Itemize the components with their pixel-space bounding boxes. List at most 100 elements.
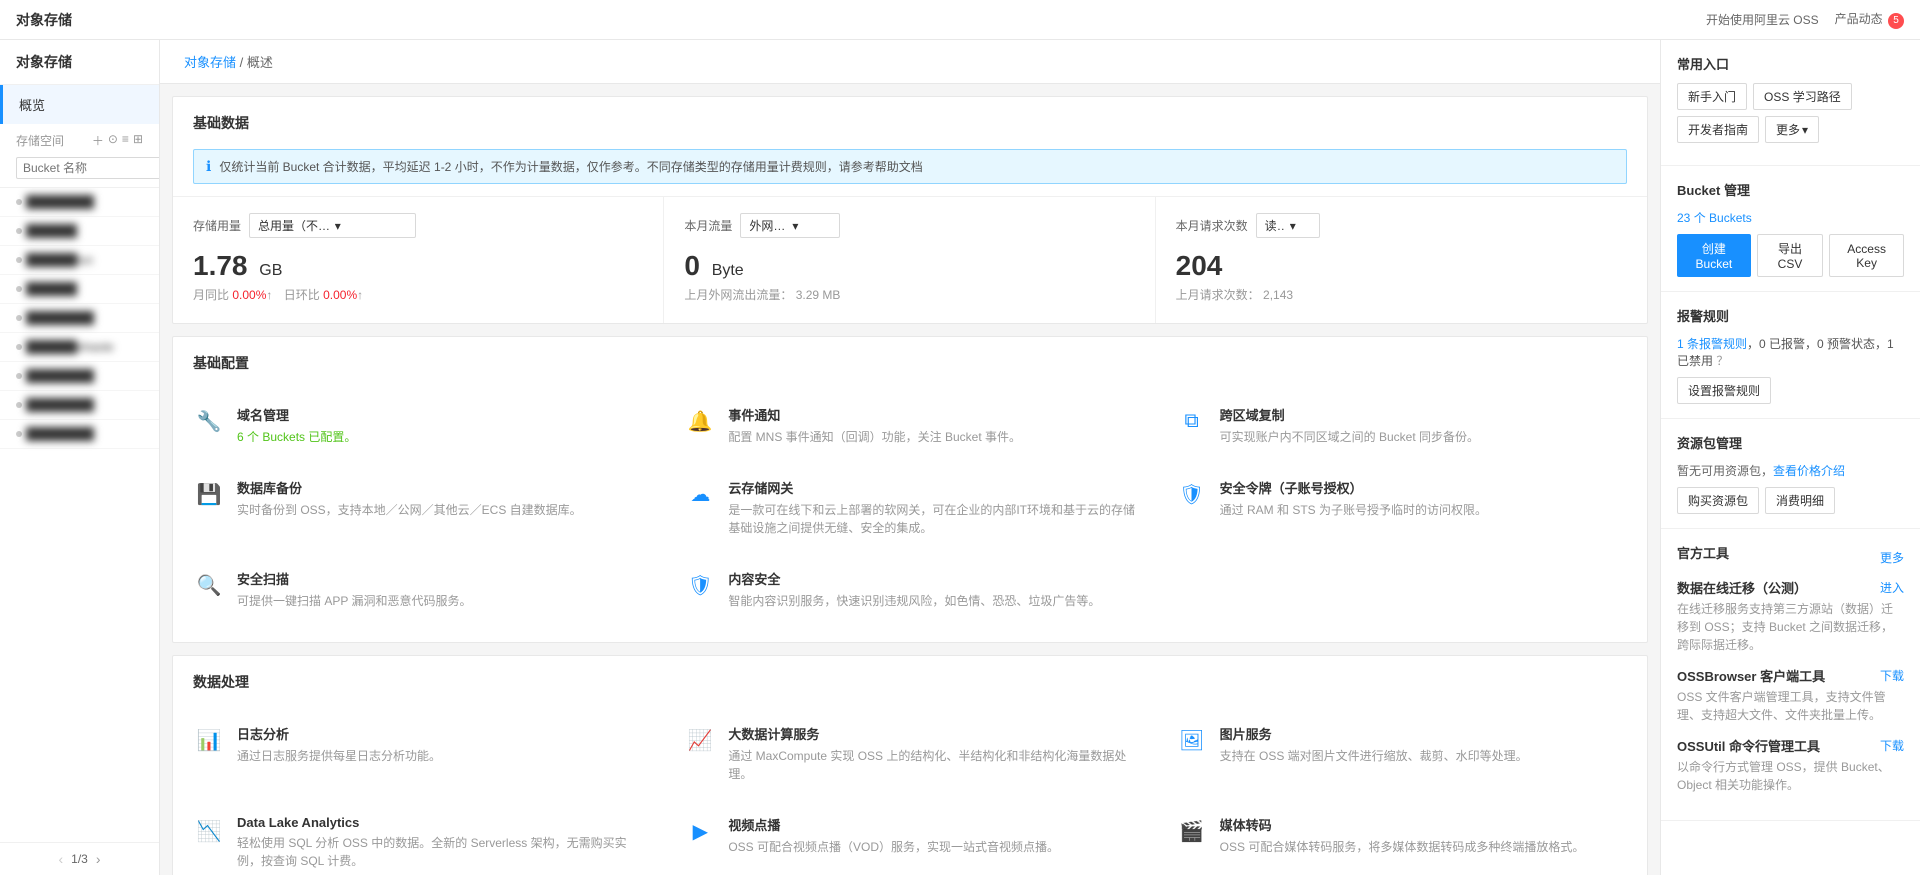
feature-item[interactable]: 🔔 事件通知 配置 MNS 事件通知（回调）功能，关注 Bucket 事件。 — [664, 389, 1155, 462]
bucket-count: 23 个 Buckets — [1677, 209, 1904, 226]
feature-title: 数据库备份 — [237, 478, 582, 497]
bucket-list-item[interactable]: ██████ehaote — [0, 333, 159, 362]
breadcrumb-root[interactable]: 对象存储 — [184, 55, 236, 70]
bell-icon: 🔔 — [684, 405, 716, 437]
bucket-name: ██████ehaote — [26, 340, 143, 354]
feature-desc: OSS 可配合视频点播（VOD）服务，实现一站式音视频点播。 — [728, 838, 1059, 856]
feature-title: 大数据计算服务 — [728, 724, 1135, 743]
bucket-list-item[interactable]: ██████ — [0, 217, 159, 246]
feature-item[interactable]: 🛡 安全令牌（子账号授权） 通过 RAM 和 STS 为子账号授予临时的访问权限… — [1156, 462, 1647, 553]
add-bucket-icon[interactable]: ＋ — [92, 132, 104, 149]
breadcrumb-current: 概述 — [247, 55, 273, 70]
feature-item[interactable]: 💾 数据库备份 实时备份到 OSS，支持本地／公网／其他云／ECS 自建数据库。 — [173, 462, 664, 553]
ossbrowser-title: OSSBrowser 客户端工具 — [1677, 666, 1825, 685]
bucket-list-item[interactable]: ██████lun — [0, 246, 159, 275]
sidebar-storage-section: 存储空间 ＋ ⊙ ≡ ⊞ — [0, 124, 159, 153]
storage-select[interactable]: 总用量（不含 ECS 快照） ▾ — [249, 213, 416, 238]
ossutil-tool: OSSUtil 命令行管理工具 下载 以命令行方式管理 OSS，提供 Bucke… — [1677, 736, 1904, 794]
processing-feature-item[interactable]: 🎬 媒体转码 OSS 可配合媒体转码服务，将多媒体数据转码成多种终端播放格式。 — [1156, 799, 1647, 875]
ossutil-link[interactable]: 下载 — [1880, 737, 1904, 754]
feature-content: 安全令牌（子账号授权） 通过 RAM 和 STS 为子账号授予临时的访问权限。 — [1220, 478, 1487, 519]
product-dynamic-link[interactable]: 产品动态 5 — [1835, 10, 1904, 29]
detail-btn[interactable]: 消费明细 — [1765, 487, 1835, 514]
alert-help-icon[interactable]: ？ — [1716, 354, 1728, 368]
grid-view-icon[interactable]: ⊞ — [133, 132, 143, 149]
feature-content: 日志分析 通过日志服务提供每星日志分析功能。 — [237, 724, 441, 765]
bucket-mgmt-title: Bucket 管理 — [1677, 180, 1904, 199]
processing-feature-item[interactable]: 📈 大数据计算服务 通过 MaxCompute 实现 OSS 上的结构化、半结构… — [664, 708, 1155, 799]
resource-btns: 购买资源包 消费明细 — [1677, 487, 1904, 514]
image-icon: 🖼 — [1176, 724, 1208, 756]
export-csv-btn[interactable]: 导出 CSV — [1757, 234, 1823, 277]
prev-page-btn[interactable]: ‹ — [58, 851, 63, 867]
access-key-btn[interactable]: Access Key — [1829, 234, 1904, 277]
feature-title: 安全令牌（子账号授权） — [1220, 478, 1487, 497]
learning-path-btn[interactable]: OSS 学习路径 — [1753, 83, 1852, 110]
processing-feature-item[interactable]: ▶ 视频点播 OSS 可配合视频点播（VOD）服务，实现一站式音视频点播。 — [664, 799, 1155, 875]
notice-text: 仅统计当前 Bucket 合计数据，平均延迟 1-2 小时，不作为计量数据，仅作… — [219, 158, 922, 175]
official-tools-title: 官方工具 — [1677, 543, 1729, 562]
pagination: ‹ 1/3 › — [0, 842, 159, 875]
quick-entry-section: 常用入口 新手入门 OSS 学习路径 开发者指南 更多 ▾ — [1661, 40, 1920, 166]
alert-rules-section: 报警规则 1 条报警规则，0 已报警，0 预警状态，1 已禁用 ？ 设置报警规则 — [1661, 292, 1920, 419]
bucket-list-item[interactable]: ████████ — [0, 420, 159, 449]
right-panel: 常用入口 新手入门 OSS 学习路径 开发者指南 更多 ▾ Bucket 管理 … — [1660, 40, 1920, 875]
data-processing-card: 数据处理 📊 日志分析 通过日志服务提供每星日志分析功能。 📈 大数据计算服务 … — [172, 655, 1648, 875]
bucket-list-item[interactable]: ████████ — [0, 391, 159, 420]
list-view-icon[interactable]: ≡ — [122, 132, 129, 149]
feature-item[interactable]: 🔧 域名管理 6 个 Buckets 已配置。 — [173, 389, 664, 462]
info-icon: ℹ — [206, 158, 211, 175]
main-content: 对象存储 / 概述 基础数据 ℹ 仅统计当前 Bucket 合计数据，平均延迟 … — [160, 40, 1660, 875]
stats-grid: 存储用量 总用量（不含 ECS 快照） ▾ 1.78 GB 月同比 0.00%↑… — [173, 196, 1647, 323]
bullet — [16, 315, 22, 321]
bullet — [16, 228, 22, 234]
feature-item[interactable]: ⧉ 跨区域复制 可实现账户内不同区域之间的 Bucket 同步备份。 — [1156, 389, 1647, 462]
bucket-name: ████████ — [26, 195, 143, 209]
feature-desc: 可实现账户内不同区域之间的 Bucket 同步备份。 — [1220, 428, 1479, 446]
sidebar-search: 🔍 — [0, 153, 159, 188]
migration-desc: 在线迁移服务支持第三方源站（数据）迁移到 OSS；支持 Bucket 之间数据迁… — [1677, 600, 1904, 654]
backup-icon: 💾 — [193, 478, 225, 510]
help-link[interactable]: 开始使用阿里云 OSS — [1706, 11, 1819, 28]
feature-title: 安全扫描 — [237, 569, 471, 588]
more-tools-link[interactable]: 更多 — [1880, 549, 1904, 566]
bucket-list-item[interactable]: ████████ — [0, 304, 159, 333]
next-page-btn[interactable]: › — [96, 851, 101, 867]
processing-feature-item[interactable]: 📊 日志分析 通过日志服务提供每星日志分析功能。 — [173, 708, 664, 799]
alert-rule-link[interactable]: 1 条报警规则 — [1677, 337, 1747, 351]
requests-select[interactable]: 读请求 ▾ — [1256, 213, 1320, 238]
refresh-icon[interactable]: ⊙ — [108, 132, 118, 149]
feature-desc: 轻松使用 SQL 分析 OSS 中的数据。全新的 Serverless 架构，无… — [237, 834, 644, 870]
bucket-search-input[interactable] — [16, 157, 160, 179]
ossbrowser-link[interactable]: 下载 — [1880, 667, 1904, 684]
migration-link[interactable]: 进入 — [1880, 579, 1904, 596]
beginner-btn[interactable]: 新手入门 — [1677, 83, 1747, 110]
breadcrumb: 对象存储 / 概述 — [160, 40, 1660, 84]
bigdata-icon: 📈 — [684, 724, 716, 756]
feature-content: 安全扫描 可提供一键扫描 APP 漏洞和恶意代码服务。 — [237, 569, 471, 610]
more-quick-btn[interactable]: 更多 ▾ — [1765, 116, 1819, 143]
processing-feature-item[interactable]: 📉 Data Lake Analytics 轻松使用 SQL 分析 OSS 中的… — [173, 799, 664, 875]
processing-feature-item[interactable]: 🖼 图片服务 支持在 OSS 端对图片文件进行缩放、裁剪、水印等处理。 — [1156, 708, 1647, 799]
buy-resource-btn[interactable]: 购买资源包 — [1677, 487, 1759, 514]
traffic-panel: 本月流量 外网流出流量 ▾ 0 Byte 上月外网流出流量： 3.29 MB — [664, 197, 1155, 323]
feature-item[interactable]: 🔍 安全扫描 可提供一键扫描 APP 漏洞和恶意代码服务。 — [173, 553, 664, 626]
feature-item[interactable]: ☁ 云存储网关 是一款可在线下和云上部署的软网关，可在企业的内部IT环境和基于云… — [664, 462, 1155, 553]
bucket-mgmt-btns: 创建 Bucket 导出 CSV Access Key — [1677, 234, 1904, 277]
bucket-name: ████████ — [26, 398, 143, 412]
basic-config-card: 基础配置 🔧 域名管理 6 个 Buckets 已配置。 🔔 事件通知 配置 M… — [172, 336, 1648, 643]
dev-guide-btn[interactable]: 开发者指南 — [1677, 116, 1759, 143]
requests-sub: 上月请求次数： 2,143 — [1176, 286, 1627, 303]
price-intro-link[interactable]: 查看价格介绍 — [1773, 464, 1845, 478]
bucket-list-item[interactable]: ████████ — [0, 362, 159, 391]
sidebar-overview[interactable]: 概览 — [0, 85, 159, 124]
traffic-select[interactable]: 外网流出流量 ▾ — [740, 213, 840, 238]
shield-icon: 🛡 — [1176, 478, 1208, 510]
bucket-list-item[interactable]: ████████ — [0, 188, 159, 217]
bucket-list-item[interactable]: ██████ — [0, 275, 159, 304]
set-alert-btn[interactable]: 设置报警规则 — [1677, 377, 1771, 404]
feature-desc: 6 个 Buckets 已配置。 — [237, 428, 356, 446]
feature-item[interactable]: 🛡 内容安全 智能内容识别服务，快速识别违规风险，如色情、恐恐、垃圾广告等。 — [664, 553, 1155, 626]
create-bucket-btn[interactable]: 创建 Bucket — [1677, 234, 1751, 277]
content-icon: 🛡 — [684, 569, 716, 601]
